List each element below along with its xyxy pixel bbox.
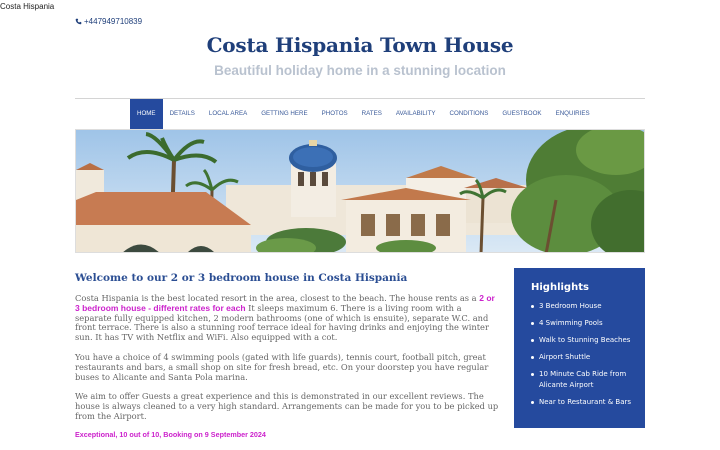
welcome-heading: Welcome to our 2 or 3 bedroom house in C… <box>75 272 408 284</box>
site-subtitle: Beautiful holiday home in a stunning loc… <box>214 63 506 78</box>
nav-enquiries[interactable]: ENQUIRIES <box>549 99 597 129</box>
main-nav: HOME DETAILS LOCAL AREA GETTING HERE PHO… <box>130 99 597 129</box>
browser-tab-title: Costa Hispania <box>0 2 55 11</box>
phone-number[interactable]: +447949710839 <box>84 17 142 26</box>
nav-guestbook[interactable]: GUESTBOOK <box>495 99 548 129</box>
nav-getting-here[interactable]: GETTING HERE <box>254 99 314 129</box>
reviews-paragraph: We aim to offer Guests a great experienc… <box>75 391 499 421</box>
intro-text-start: Costa Hispania is the best located resor… <box>75 293 480 303</box>
review-rating: Exceptional, 10 out of 10, Booking on 9 … <box>75 429 266 439</box>
phone-link[interactable]: +447949710839 <box>75 17 142 26</box>
main-content: Welcome to our 2 or 3 bedroom house in C… <box>75 272 500 439</box>
nav-conditions[interactable]: CONDITIONS <box>443 99 496 129</box>
nav-availability[interactable]: AVAILABILITY <box>389 99 443 129</box>
highlights-list: 3 Bedroom House 4 Swimming Pools Walk to… <box>531 301 645 408</box>
amenities-paragraph: You have a choice of 4 swimming pools (g… <box>75 351 489 382</box>
nav-rates[interactable]: RATES <box>355 99 389 129</box>
highlight-item: Near to Restaurant & Bars <box>531 397 645 408</box>
nav-home[interactable]: HOME <box>130 99 163 129</box>
highlights-title: Highlights <box>531 282 589 293</box>
highlight-item: Walk to Stunning Beaches <box>531 335 645 346</box>
intro-paragraph: Costa Hispania is the best located resor… <box>75 293 500 343</box>
highlight-item: Airport Shuttle <box>531 352 645 363</box>
highlights-sidebar: Highlights 3 Bedroom House 4 Swimming Po… <box>514 268 645 428</box>
phone-icon <box>75 18 82 25</box>
nav-photos[interactable]: PHOTOS <box>315 99 355 129</box>
nav-local-area[interactable]: LOCAL AREA <box>202 99 254 129</box>
hero-image <box>75 129 645 253</box>
highlight-item: 4 Swimming Pools <box>531 318 645 329</box>
site-title: Costa Hispania Town House <box>206 33 514 57</box>
highlight-item: 10 Minute Cab Ride from Alicante Airport <box>531 369 645 391</box>
nav-details[interactable]: DETAILS <box>163 99 202 129</box>
highlight-item: 3 Bedroom House <box>531 301 645 312</box>
